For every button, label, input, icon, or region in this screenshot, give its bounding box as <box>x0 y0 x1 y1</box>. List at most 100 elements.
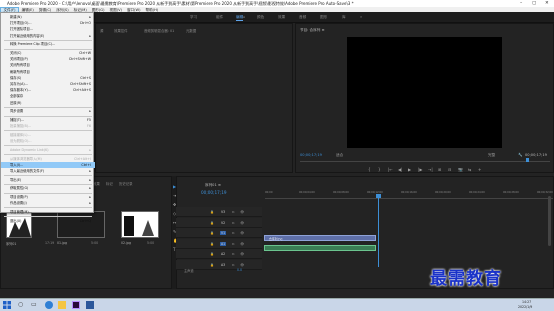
timeline-track[interactable]: 🔒 V2 ⧉ 👁 <box>176 217 262 228</box>
menu-item[interactable]: Adobe Dynamic Link(K) ▸ <box>1 147 95 153</box>
playback-control[interactable]: |← <box>388 167 393 172</box>
project-item-thumb[interactable] <box>121 211 159 238</box>
playback-control[interactable]: ⇆ <box>468 167 471 172</box>
workspace-tab[interactable]: 颜色 <box>257 15 264 20</box>
workspace-tab[interactable]: 效果 <box>278 15 285 20</box>
track-toggle-icon[interactable]: ⧉ <box>232 252 234 256</box>
track-lock-icon[interactable]: 🔒 <box>210 252 214 256</box>
track-toggle-icon[interactable]: ⧉ <box>232 210 234 214</box>
eye-icon[interactable]: 👁 <box>240 221 244 225</box>
source-tab[interactable]: 音频剪辑混合器: 01 <box>144 28 174 33</box>
timeline-track[interactable]: 🔒 A1 ⧉ 👁 <box>176 238 262 249</box>
quality-dropdown[interactable]: 完整 <box>488 153 495 158</box>
playhead-handle[interactable] <box>376 194 381 198</box>
video-clip[interactable]: 合序列 [V] <box>264 235 376 241</box>
master-value[interactable]: 0.0 <box>237 268 242 272</box>
track-lock-icon[interactable]: 🔒 <box>210 221 214 225</box>
menu-item[interactable]: 设为脱机(O)... <box>1 138 95 144</box>
time-ruler[interactable]: 00;00 00;00;04;00 00;00;08;00 00;00;12;00 00… <box>265 191 553 199</box>
track-lock-icon[interactable]: 🔒 <box>210 231 214 235</box>
folder-icon[interactable] <box>58 301 66 309</box>
menu-item[interactable]: 获取属性(G) ▸ <box>1 185 95 191</box>
scrub-bar[interactable] <box>300 161 550 162</box>
eye-icon[interactable]: 👁 <box>240 252 244 256</box>
track-toggle-icon[interactable]: ⧉ <box>232 263 234 267</box>
workspace-tab[interactable]: 音频 <box>299 15 306 20</box>
project-item-name[interactable]: 01.jpg <box>57 241 67 245</box>
workspace-tab[interactable]: 组件 <box>216 15 223 20</box>
word-icon[interactable] <box>86 301 94 309</box>
playback-control[interactable]: } <box>378 167 381 172</box>
project-tab[interactable]: 标记 <box>106 181 113 186</box>
workspace-tab[interactable]: 库 <box>342 15 346 20</box>
workspace-tab[interactable]: 编辑 <box>236 15 244 21</box>
playhead[interactable] <box>526 158 529 162</box>
track-toggle-icon[interactable]: ⧉ <box>232 221 234 225</box>
menu-item[interactable]: 导出(E) ▸ <box>1 177 95 183</box>
audio-clip[interactable] <box>264 245 376 251</box>
eye-icon[interactable]: 👁 <box>240 242 244 246</box>
source-tab[interactable]: 源 <box>100 28 103 33</box>
track-label[interactable]: V3 <box>220 210 226 214</box>
task-view-icon[interactable]: ▭ <box>31 301 39 309</box>
playback-control[interactable]: 📷 <box>458 167 463 172</box>
playback-control[interactable]: ◀| <box>398 167 402 172</box>
clock-date[interactable]: 2022/1/9 <box>518 305 532 309</box>
menu-item[interactable]: 还原(R) <box>1 100 95 106</box>
source-tab[interactable]: 元数据 <box>186 28 196 33</box>
timeline-playhead[interactable] <box>378 195 379 267</box>
track-label[interactable]: V1 <box>220 231 227 235</box>
vertical-scrollbar[interactable] <box>548 196 551 246</box>
maximize-icon[interactable]: ▢ <box>532 0 536 7</box>
playback-control[interactable]: |▶ <box>418 167 422 172</box>
menu-item[interactable]: 同步设置 ▸ <box>1 108 95 114</box>
workspace-tab[interactable]: » <box>360 15 362 19</box>
playback-control[interactable]: { <box>368 167 371 172</box>
playback-control[interactable]: + <box>478 167 481 172</box>
track-toggle-icon[interactable]: ⧉ <box>232 242 234 246</box>
start-icon[interactable] <box>3 301 11 309</box>
track-lock-icon[interactable]: 🔒 <box>210 210 214 214</box>
clock-time[interactable]: 14:27 <box>522 300 531 304</box>
premiere-icon[interactable] <box>72 301 80 309</box>
timeline-track[interactable]: 🔒 A2 ⧉ 👁 <box>176 249 262 259</box>
menu-item[interactable]: 打开最近使用的内容(E) ▸ <box>1 33 95 39</box>
fit-dropdown[interactable]: 适合 <box>336 153 343 158</box>
menu-item[interactable]: 转换 Premiere Clip 项目(C)... <box>1 41 95 47</box>
track-label[interactable]: A3 <box>220 263 226 267</box>
menu-item[interactable]: 导入最近使用的文件(F) ▸ <box>1 168 95 174</box>
close-icon[interactable]: ✕ <box>545 0 549 7</box>
timeline-track[interactable]: 🔒 V1 ⧉ 👁 <box>176 228 262 238</box>
wrench-icon[interactable]: 🔧 <box>518 153 522 157</box>
workspace-tab[interactable]: 图形 <box>320 15 327 20</box>
playback-control[interactable]: ⊞ <box>438 167 441 172</box>
menu-item[interactable]: 批量捕捉(B)... F6 <box>1 123 95 129</box>
playback-control[interactable]: ⊟ <box>448 167 451 172</box>
timeline-timecode[interactable]: 00;00;17;19 <box>201 190 227 195</box>
project-tab[interactable]: 历史记录 <box>119 181 133 186</box>
eye-icon[interactable]: 👁 <box>240 263 244 267</box>
project-item-name[interactable]: 02.jpg <box>121 241 131 245</box>
track-lock-icon[interactable]: 🔒 <box>210 263 214 267</box>
menu-item[interactable]: 项目管理(M)... <box>1 209 95 215</box>
project-item-name[interactable]: 序列01 <box>6 241 16 246</box>
playback-control[interactable]: ▶ <box>408 167 411 172</box>
eye-icon[interactable]: 👁 <box>240 231 244 235</box>
menu-item[interactable]: 作品设置(J) ▸ <box>1 200 95 206</box>
track-label[interactable]: V2 <box>220 221 226 225</box>
eye-icon[interactable]: 👁 <box>240 210 244 214</box>
home-icon[interactable]: ⌂ <box>243 15 245 19</box>
track-lock-icon[interactable]: 🔒 <box>210 242 214 246</box>
program-timecode[interactable]: 00;00;17;19 <box>300 153 322 157</box>
menu-item[interactable]: 退出(X) Ctrl+Q <box>1 218 95 224</box>
workspace-tab[interactable]: 学习 <box>190 15 197 20</box>
edge-icon[interactable] <box>45 301 53 309</box>
track-label[interactable]: A1 <box>220 241 227 246</box>
source-tab[interactable]: 效果控件 <box>114 28 128 33</box>
minimize-icon[interactable]: – <box>520 0 522 7</box>
timeline-track[interactable]: 🔒 V3 ⧉ 👁 <box>176 207 262 217</box>
playback-control[interactable]: →| <box>428 167 433 172</box>
track-label[interactable]: A2 <box>220 252 226 256</box>
search-icon[interactable]: ○ <box>18 301 26 309</box>
track-toggle-icon[interactable]: ⧉ <box>232 231 234 235</box>
